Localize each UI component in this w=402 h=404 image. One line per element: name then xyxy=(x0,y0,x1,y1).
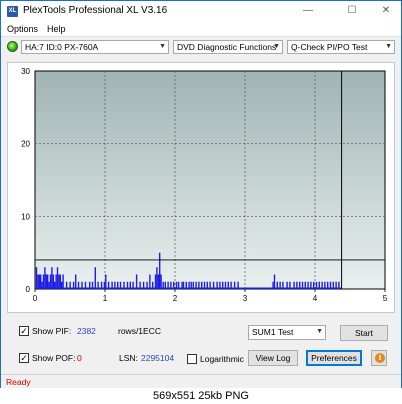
pi-bar xyxy=(156,267,158,289)
pi-bar xyxy=(52,274,54,289)
pi-bar xyxy=(38,274,40,289)
y-tick-label: 20 xyxy=(21,140,30,149)
logarithmic-checkbox[interactable] xyxy=(187,354,197,364)
chevron-down-icon: ▼ xyxy=(159,43,166,50)
app-icon: XL xyxy=(7,6,18,17)
pif-value: 2382 xyxy=(77,326,96,336)
chart-panel: 0 1 2 3 4 5 0 10 20 30 xyxy=(7,62,395,313)
pi-bar xyxy=(154,274,157,289)
pi-bar xyxy=(45,274,47,289)
view-log-button[interactable]: View Log xyxy=(248,350,298,366)
image-caption: 569x551 25kb PNG xyxy=(0,388,402,404)
test-select-value: Q-Check PI/PO Test xyxy=(291,42,368,52)
pif-unit: rows/1ECC xyxy=(118,326,161,336)
pi-bar xyxy=(51,267,53,289)
status-text: Ready xyxy=(6,377,31,387)
pi-bar xyxy=(105,274,107,289)
pi-bar xyxy=(49,274,52,289)
function-select-value: DVD Diagnostic Functions xyxy=(177,42,277,52)
start-button[interactable]: Start xyxy=(340,325,388,341)
minimize-button[interactable]: — xyxy=(295,3,321,19)
chevron-down-icon: ▼ xyxy=(273,43,280,50)
info-icon: i xyxy=(375,353,385,363)
test-select[interactable]: Q-Check PI/PO Test ▼ xyxy=(287,40,395,54)
lsn-value: 2295104 xyxy=(141,353,175,363)
x-tick-label: 2 xyxy=(173,294,178,303)
menu-options[interactable]: Options xyxy=(7,24,38,34)
menu-help[interactable]: Help xyxy=(47,24,66,34)
pi-bar xyxy=(135,274,138,289)
pi-bar xyxy=(159,252,161,289)
function-select[interactable]: DVD Diagnostic Functions ▼ xyxy=(173,40,283,54)
x-tick-label: 0 xyxy=(33,294,38,303)
pi-bar xyxy=(94,267,96,289)
show-pif-label: Show PIF: xyxy=(32,326,72,336)
y-tick-label: 30 xyxy=(21,67,30,76)
pi-bar xyxy=(273,274,276,289)
app-window: XL PlexTools Professional XL V3.16 — ☐ ✕… xyxy=(0,0,402,404)
logarithmic-label: Logarithmic xyxy=(200,354,244,364)
pi-bar xyxy=(62,274,64,289)
pof-value: 0 xyxy=(77,353,82,363)
y-tick-label: 0 xyxy=(26,285,31,294)
lsn-label: LSN: xyxy=(119,353,138,363)
info-button[interactable]: i xyxy=(371,350,387,366)
controls-panel: ✓ Show PIF: 2382 rows/1ECC ✓ Show POF: 0… xyxy=(1,317,401,373)
pi-bar xyxy=(59,274,61,289)
pi-bar xyxy=(40,274,42,289)
plot-area xyxy=(34,70,386,290)
mode-select-value: SUM1 Test xyxy=(252,327,294,337)
x-tick-label: 5 xyxy=(383,294,388,303)
show-pif-checkbox[interactable]: ✓ xyxy=(19,326,29,336)
pi-bar xyxy=(42,274,45,289)
x-tick-label: 4 xyxy=(313,294,318,303)
drive-status-icon xyxy=(7,41,18,52)
pi-bar xyxy=(47,274,49,289)
y-tick-label: 10 xyxy=(21,212,30,221)
x-tick-label: 1 xyxy=(103,294,108,303)
drive-select-value: HA:7 ID:0 PX-760A xyxy=(25,42,99,52)
drive-select[interactable]: HA:7 ID:0 PX-760A ▼ xyxy=(21,40,169,54)
pi-bar xyxy=(160,274,162,289)
pi-bar xyxy=(58,274,60,289)
x-tick-label: 3 xyxy=(243,294,248,303)
pi-bar xyxy=(37,274,39,289)
maximize-button[interactable]: ☐ xyxy=(339,3,365,19)
window-title: PlexTools Professional XL V3.16 xyxy=(23,5,168,16)
chevron-down-icon: ▼ xyxy=(385,43,392,50)
status-bar: Ready xyxy=(1,374,401,388)
chevron-down-icon: ▼ xyxy=(316,328,323,335)
pi-bar xyxy=(35,267,38,289)
title-bar: XL PlexTools Professional XL V3.16 — ☐ ✕ xyxy=(1,1,401,22)
pi-po-chart: 0 1 2 3 4 5 0 10 20 30 xyxy=(21,67,388,303)
pi-bar xyxy=(75,274,77,289)
pi-bar xyxy=(55,274,57,289)
menu-bar: Options Help xyxy=(1,22,401,37)
show-pof-label: Show POF: xyxy=(32,353,76,363)
pi-bar xyxy=(149,274,151,289)
close-button[interactable]: ✕ xyxy=(373,3,399,19)
preferences-button[interactable]: Preferences xyxy=(306,350,362,366)
show-pof-checkbox[interactable]: ✓ xyxy=(19,353,29,363)
mode-select[interactable]: SUM1 Test ▼ xyxy=(248,325,326,340)
baseline-bar xyxy=(36,287,342,289)
pi-bar xyxy=(157,274,159,289)
pi-bar xyxy=(44,267,46,289)
pi-bar xyxy=(56,267,59,289)
